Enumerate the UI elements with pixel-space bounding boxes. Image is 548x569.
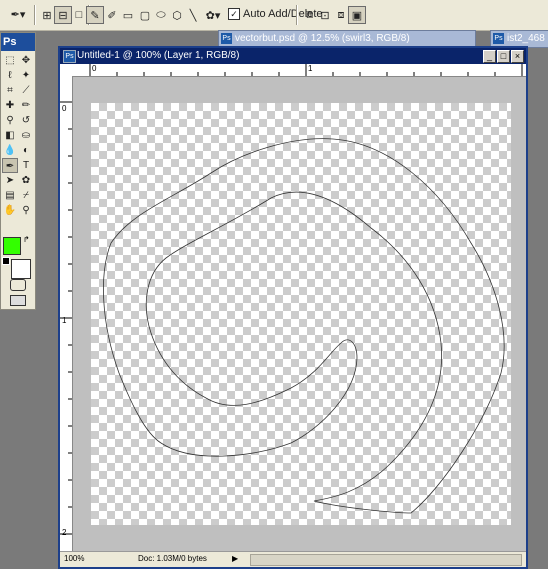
magic-wand-tool-icon[interactable]: ✦: [18, 68, 34, 83]
quick-mask-icon[interactable]: [10, 279, 26, 291]
ruler-label: 1: [308, 64, 313, 73]
pen-tool-icon[interactable]: ✒: [2, 158, 18, 173]
slice-tool-icon[interactable]: ⟋: [18, 83, 34, 98]
swap-colors-icon[interactable]: ↱: [23, 235, 30, 244]
ps-document-icon: Ps: [493, 33, 504, 44]
background-color-swatch[interactable]: [11, 259, 31, 279]
document-window: Ps Untitled-1 @ 100% (Layer 1, RGB/8) _ …: [58, 46, 528, 569]
custom-shape-tool-icon[interactable]: ✿: [18, 173, 34, 188]
zoom-level-field[interactable]: 100%: [64, 552, 94, 566]
tool-grid: ⬚ ✥ ℓ ✦ ⌗ ⟋ ✚ ✏ ⚲ ↺ ◧ ⛀ 💧 ◐ ✒ T ➤ ✿ ▤ ⌿ …: [2, 53, 34, 218]
hand-tool-icon[interactable]: ✋: [2, 203, 18, 218]
default-colors-icon[interactable]: [2, 257, 10, 265]
status-bar: 100% Doc: 1.03M/0 bytes ▶: [60, 551, 526, 567]
eraser-tool-icon[interactable]: ◧: [2, 128, 18, 143]
minimize-icon[interactable]: _: [483, 50, 496, 63]
checkmark-icon: ✓: [228, 8, 240, 20]
foreground-color-swatch[interactable]: [3, 237, 21, 255]
document-title: Untitled-1 @ 100% (Layer 1, RGB/8): [77, 50, 240, 61]
transparent-canvas[interactable]: [91, 103, 511, 525]
swirl-path[interactable]: [91, 103, 511, 525]
ruler-label: 2: [62, 528, 67, 537]
marquee-tool-icon[interactable]: ⬚: [2, 53, 18, 68]
eyedropper-tool-icon[interactable]: ⌿: [18, 188, 34, 203]
close-icon[interactable]: ×: [511, 50, 524, 63]
ruler-label: 0: [92, 64, 97, 73]
move-tool-icon[interactable]: ✥: [18, 53, 34, 68]
notes-tool-icon[interactable]: ▤: [2, 188, 18, 203]
horizontal-ruler[interactable]: 0 1: [72, 64, 526, 77]
lasso-tool-icon[interactable]: ℓ: [2, 68, 18, 83]
blur-tool-icon[interactable]: 💧: [2, 143, 18, 158]
maximize-icon[interactable]: □: [497, 50, 510, 63]
photoshop-logo: Ps: [1, 33, 35, 51]
zoom-tool-icon[interactable]: ⚲: [18, 203, 34, 218]
brush-tool-icon[interactable]: ✏: [18, 98, 34, 113]
toolbox: Ps ⬚ ✥ ℓ ✦ ⌗ ⟋ ✚ ✏ ⚲ ↺ ◧ ⛀ 💧 ◐ ✒ T ➤ ✿ ▤…: [0, 32, 36, 310]
status-menu-arrow-icon[interactable]: ▶: [232, 552, 238, 566]
path-selection-tool-icon[interactable]: ➤: [2, 173, 18, 188]
vertical-ruler[interactable]: 0 1 2: [60, 76, 73, 552]
pen-icon[interactable]: ✎: [86, 6, 104, 24]
dodge-tool-icon[interactable]: ◐: [18, 143, 34, 158]
ruler-label: 1: [62, 316, 67, 325]
ruler-label: 0: [62, 104, 67, 113]
custom-shape-icon[interactable]: ✿▾: [200, 6, 226, 24]
crop-tool-icon[interactable]: ⌗: [2, 83, 18, 98]
horizontal-ruler-ticks: [89, 64, 523, 76]
background-window-title: vectorbut.psd @ 12.5% (swirl3, RGB/8): [235, 33, 410, 44]
pen-tool-preset-icon[interactable]: ✒▾: [4, 6, 32, 22]
document-size-info: Doc: 1.03M/0 bytes: [138, 554, 207, 563]
swirl-path-stroke: [103, 138, 505, 514]
exclude-overlap-icon[interactable]: ▣: [348, 6, 366, 24]
vertical-ruler-ticks: [60, 101, 72, 535]
document-title-bar[interactable]: Ps Untitled-1 @ 100% (Layer 1, RGB/8) _ …: [60, 48, 526, 64]
healing-brush-tool-icon[interactable]: ✚: [2, 98, 18, 113]
ps-document-icon: Ps: [63, 50, 76, 63]
rectangle-icon[interactable]: ▭: [119, 6, 137, 24]
canvas-workspace[interactable]: [73, 77, 526, 552]
horizontal-scrollbar[interactable]: [250, 554, 522, 566]
paint-bucket-tool-icon[interactable]: ⛀: [18, 128, 34, 143]
ps-document-icon: Ps: [221, 33, 232, 44]
history-brush-tool-icon[interactable]: ↺: [18, 113, 34, 128]
clone-stamp-tool-icon[interactable]: ⚲: [2, 113, 18, 128]
screen-mode-icon[interactable]: [10, 295, 26, 306]
options-bar: ✒▾ ⊞ ⊟ □ ✎ ✐ ▭ ▢ ⬭ ⬡ ╲ ✿▾ ✓ Auto Add/Del…: [0, 0, 548, 31]
type-tool-icon[interactable]: T: [18, 158, 34, 173]
